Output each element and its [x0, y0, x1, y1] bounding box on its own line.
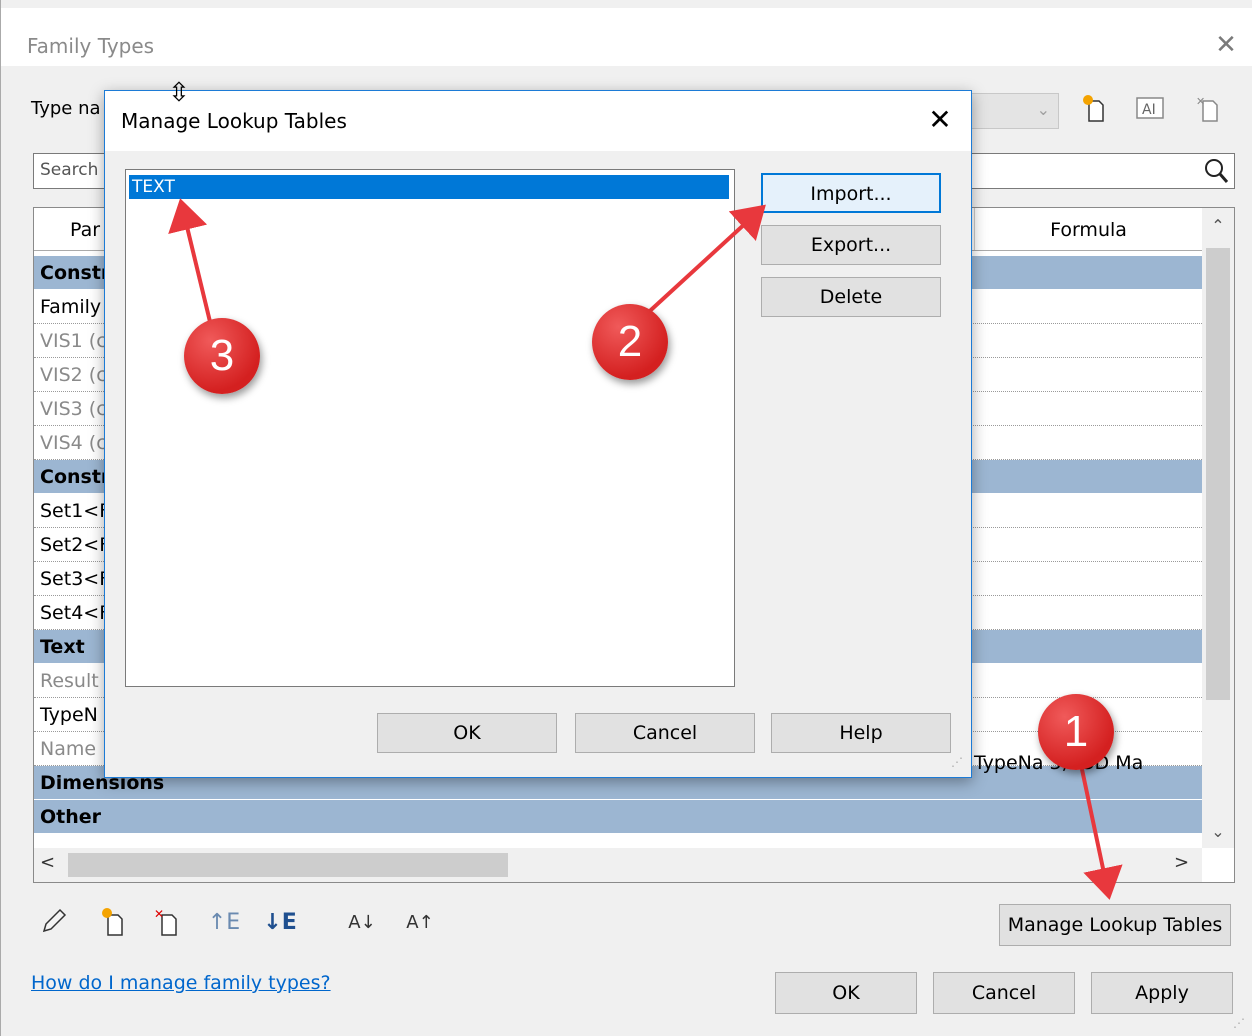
annotation-arrows: [168, 198, 1123, 900]
callout-badge: 1: [1038, 694, 1114, 770]
callout-badge: 3: [184, 318, 260, 394]
arrow-to-import: [638, 204, 766, 322]
arrow-to-table: [168, 198, 214, 331]
arrow-to-manage-lookup: [1078, 759, 1123, 900]
callout-badge: 2: [592, 304, 668, 380]
